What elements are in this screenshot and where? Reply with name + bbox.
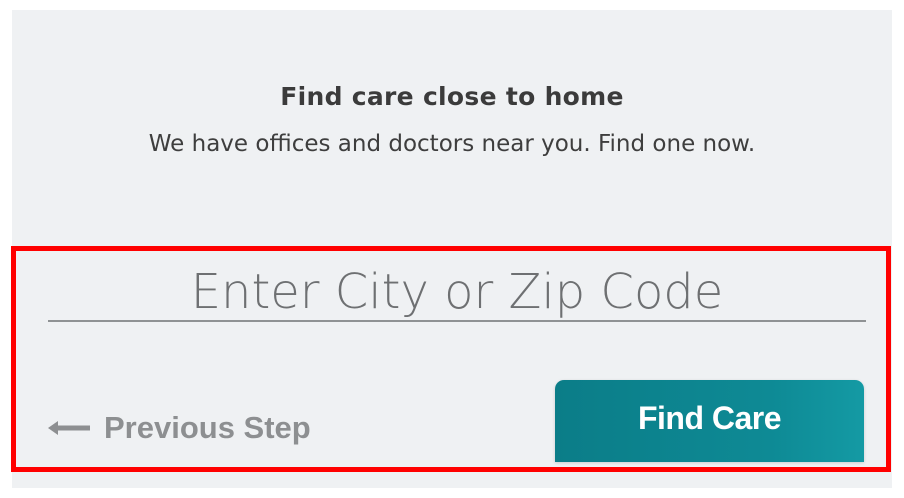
- find-care-button[interactable]: Find Care: [555, 380, 864, 462]
- page-title: Find care close to home: [280, 82, 624, 111]
- previous-step-link[interactable]: Previous Step: [46, 406, 311, 450]
- page-subtitle: We have offices and doctors near you. Fi…: [148, 131, 756, 157]
- arrow-left-icon: [48, 421, 90, 435]
- previous-step-label: Previous Step: [104, 410, 311, 445]
- city-zip-input[interactable]: [48, 264, 866, 322]
